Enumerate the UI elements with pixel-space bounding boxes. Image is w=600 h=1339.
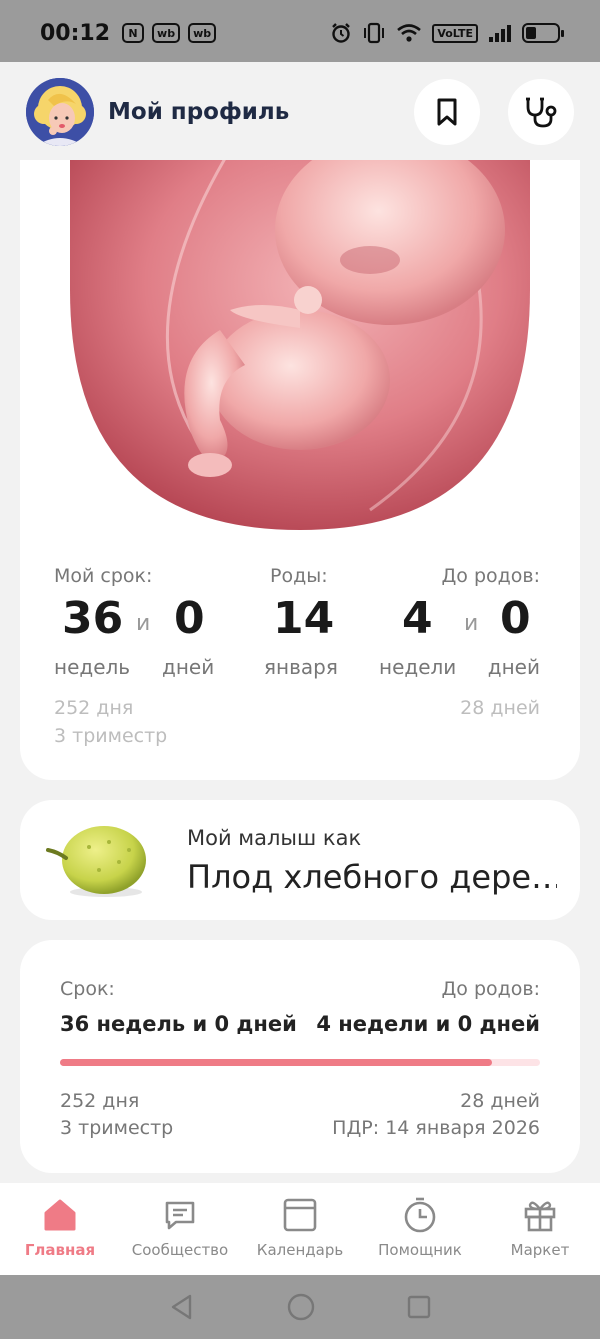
doctor-button[interactable] — [508, 79, 574, 145]
volte-icon: VoLTE — [432, 23, 478, 43]
progress-card[interactable]: Срок: До родов: 36 недель и 0 дней 4 нед… — [20, 940, 580, 1173]
wifi-icon — [397, 24, 422, 42]
alarm-icon — [332, 23, 351, 43]
nav-market[interactable]: Маркет — [480, 1183, 600, 1275]
nav-home[interactable]: Главная — [0, 1183, 120, 1275]
conjunction: и — [464, 611, 479, 636]
days-value: 0 — [174, 593, 205, 644]
baby-size-subtitle: Мой малыш как — [187, 826, 362, 850]
nav-community[interactable]: Сообщество — [120, 1183, 240, 1275]
baby-size-fruit: Плод хлебного дере… — [187, 858, 557, 896]
due-date: ПДР: 14 января 2026 — [332, 1117, 540, 1139]
wb-notification-icon: wb — [152, 23, 181, 43]
nfc-icon: N — [122, 23, 145, 43]
status-right: VoLTE — [330, 22, 564, 44]
nav-label: Помощник — [378, 1241, 462, 1259]
bookmark-button[interactable] — [414, 79, 480, 145]
home-icon — [44, 1199, 76, 1231]
profile-title[interactable]: Мой профиль — [108, 99, 386, 125]
battery-fill — [526, 27, 536, 39]
vibrate-icon — [364, 22, 385, 44]
birth-day-value: 14 — [273, 593, 335, 644]
weeks-unit: недель — [54, 655, 131, 679]
conjunction: и — [136, 611, 151, 636]
until-value: 4 недели и 0 дней — [316, 1012, 540, 1036]
until-weeks-value: 4 — [402, 593, 433, 644]
pregnancy-progress-bar — [60, 1059, 540, 1066]
until-weeks-unit: недели — [379, 655, 457, 679]
stopwatch-icon — [404, 1197, 436, 1233]
stethoscope-icon — [526, 97, 557, 128]
home-circle-icon[interactable] — [286, 1292, 316, 1322]
days-unit: дней — [162, 655, 215, 679]
battery-icon — [522, 23, 564, 43]
status-left: 00:12 N wb wb — [40, 20, 217, 46]
days-left: 28 дней — [460, 1090, 540, 1112]
bookmark-icon — [437, 98, 457, 126]
days-left: 28 дней — [460, 697, 540, 719]
calendar-icon — [283, 1198, 317, 1232]
pregnancy-hero-card: Мой срок: Роды: До родов: 36 и 0 14 4 и … — [20, 160, 580, 780]
app-header: Мой профиль — [0, 62, 600, 162]
signal-icon — [489, 25, 511, 42]
until-label: До родов: — [441, 978, 540, 1000]
trimester: 3 триместр — [60, 1117, 174, 1139]
chat-icon — [165, 1201, 195, 1230]
screen: 00:12 N wb wb VoLTE Мой профиль Мой срок… — [0, 0, 600, 1339]
bottom-navigation: Главная Сообщество Календарь Помощник Ма… — [0, 1183, 600, 1275]
my-term-label: Мой срок: — [54, 565, 153, 587]
status-time: 00:12 — [40, 20, 111, 46]
avatar-illustration — [26, 78, 94, 146]
wb-notification-icon: wb — [188, 23, 217, 43]
term-value: 36 недель и 0 дней — [60, 1012, 297, 1036]
baby-size-card[interactable]: Мой малыш как Плод хлебного дере… — [20, 800, 580, 920]
fetus-image — [70, 160, 530, 530]
nav-assistant[interactable]: Помощник — [360, 1183, 480, 1275]
weeks-value: 36 — [62, 593, 124, 644]
fetus-illustration[interactable] — [70, 160, 530, 530]
term-label: Срок: — [60, 978, 115, 1000]
total-days: 252 дня — [54, 697, 134, 719]
nav-label: Календарь — [256, 1241, 344, 1259]
status-bar: 00:12 N wb wb VoLTE — [0, 0, 600, 66]
nav-label: Главная — [24, 1241, 96, 1259]
until-days-unit: дней — [487, 655, 540, 679]
avatar[interactable] — [26, 78, 94, 146]
trimester: 3 триместр — [54, 725, 168, 747]
until-days-value: 0 — [500, 593, 531, 644]
recents-icon[interactable] — [406, 1294, 432, 1320]
gift-icon — [524, 1201, 556, 1232]
nav-label: Сообщество — [131, 1241, 229, 1259]
progress-fill — [60, 1059, 492, 1066]
total-days: 252 дня — [60, 1090, 140, 1112]
back-icon[interactable] — [168, 1293, 196, 1321]
system-navigation-bar — [0, 1275, 600, 1339]
birth-label: Роды: — [270, 565, 328, 587]
nav-label: Маркет — [510, 1241, 570, 1259]
until-birth-label: До родов: — [441, 565, 540, 587]
birth-month: января — [264, 655, 338, 679]
nav-calendar[interactable]: Календарь — [240, 1183, 360, 1275]
breadfruit-image — [46, 826, 146, 897]
